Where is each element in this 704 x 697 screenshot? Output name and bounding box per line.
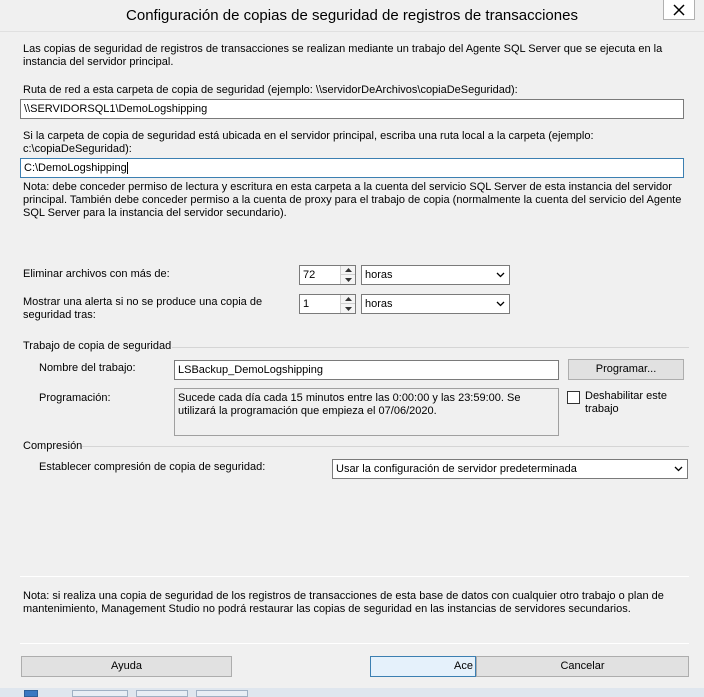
spinner-arrows (340, 266, 355, 284)
job-name-input[interactable]: LSBackup_DemoLogshipping (174, 360, 559, 380)
bottom-note: Nota: si realiza una copia de seguridad … (23, 590, 664, 615)
spinner-arrows (340, 295, 355, 313)
alert-value: 1 (303, 298, 310, 310)
spin-up-button[interactable] (341, 295, 355, 304)
chevron-down-icon (496, 272, 505, 278)
arrow-down-icon (344, 277, 352, 282)
local-path-input[interactable]: C:\DemoLogshipping (20, 158, 684, 178)
compression-group-label: Compresión (23, 440, 83, 452)
separator (20, 576, 689, 577)
backup-job-group-label: Trabajo de copia de seguridad (23, 340, 172, 352)
taskbar-start-icon[interactable] (24, 690, 38, 697)
compression-value: Usar la configuración de servidor predet… (336, 463, 577, 475)
group-divider (82, 446, 689, 447)
title-bar[interactable]: Configuración de copias de seguridad de … (0, 0, 704, 32)
delete-files-value: 72 (303, 269, 316, 281)
group-divider (172, 347, 689, 348)
compression-select[interactable]: Usar la configuración de servidor predet… (332, 459, 688, 479)
taskbar-item[interactable] (72, 690, 128, 697)
spin-down-button[interactable] (341, 304, 355, 313)
delete-files-unit: horas (365, 269, 393, 281)
local-path-value: C:\DemoLogshipping (24, 162, 127, 174)
network-path-input[interactable]: \\SERVIDORSQL1\DemoLogshipping (20, 99, 684, 119)
schedule-label: Programación: (39, 392, 111, 404)
disable-job-label: Deshabilitar este trabajo (585, 390, 667, 415)
taskbar-item[interactable] (136, 690, 188, 697)
spin-down-button[interactable] (341, 275, 355, 284)
chevron-down-icon (496, 301, 505, 307)
arrow-up-icon (344, 268, 352, 272)
local-path-label: Si la carpeta de copia de seguridad está… (23, 130, 594, 155)
network-path-label: Ruta de red a esta carpeta de copia de s… (23, 84, 518, 96)
arrow-up-icon (344, 297, 352, 301)
disable-job-checkbox[interactable] (567, 391, 580, 404)
schedule-button[interactable]: Programar... (568, 359, 684, 380)
separator (20, 643, 689, 644)
close-icon (673, 3, 685, 16)
arrow-down-icon (344, 306, 352, 311)
taskbar (0, 688, 704, 697)
alert-unit-select[interactable]: horas (361, 294, 510, 314)
permission-note: Nota: debe conceder permiso de lectura y… (23, 181, 682, 219)
cancel-button[interactable]: Cancelar (476, 656, 689, 677)
ok-button[interactable]: Ace (370, 656, 476, 677)
delete-files-unit-select[interactable]: horas (361, 265, 510, 285)
window-title: Configuración de copias de seguridad de … (126, 7, 578, 24)
alert-spinner[interactable]: 1 (299, 294, 356, 314)
delete-files-spinner[interactable]: 72 (299, 265, 356, 285)
spin-up-button[interactable] (341, 266, 355, 275)
delete-files-label: Eliminar archivos con más de: (23, 268, 170, 280)
compression-label: Establecer compresión de copia de seguri… (39, 461, 266, 473)
text-caret (126, 162, 128, 175)
close-button[interactable] (663, 0, 695, 20)
taskbar-item[interactable] (196, 690, 248, 697)
job-name-label: Nombre del trabajo: (39, 362, 136, 374)
intro-text: Las copias de seguridad de registros de … (23, 43, 663, 68)
schedule-description: Sucede cada día cada 15 minutos entre la… (174, 388, 559, 436)
help-button[interactable]: Ayuda (21, 656, 232, 677)
alert-unit: horas (365, 298, 393, 310)
alert-label: Mostrar una alerta si no se produce una … (23, 296, 263, 321)
chevron-down-icon (674, 466, 683, 472)
